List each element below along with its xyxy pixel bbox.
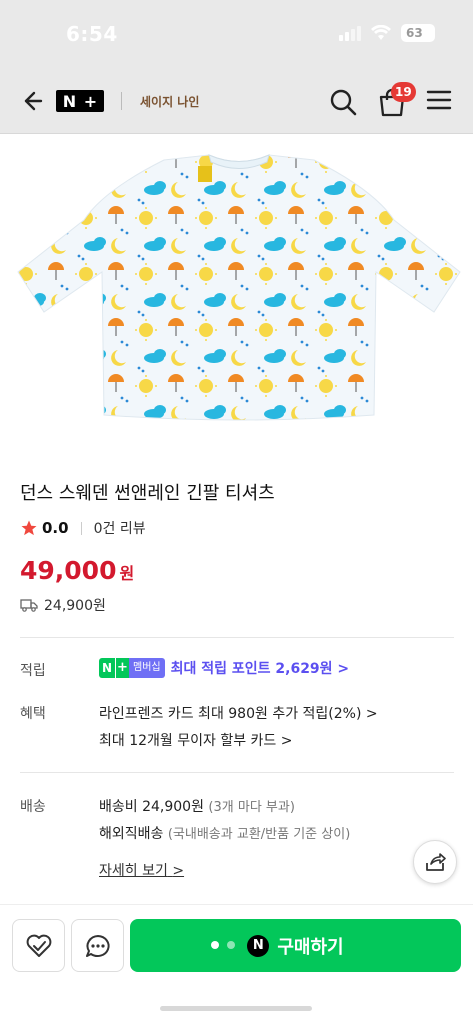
points-row[interactable]: N + 멤버십 최대 적립 포인트 2,629원 > bbox=[99, 658, 349, 678]
price-value: 49,000 bbox=[20, 556, 117, 585]
logo-n: N bbox=[62, 91, 77, 111]
rating-row[interactable]: 0.0 0건 리뷰 bbox=[20, 518, 146, 538]
carousel-dots bbox=[211, 941, 235, 949]
status-time: 6:54 bbox=[66, 22, 118, 46]
top-navigation-bar: N + 세이지 나인 19 bbox=[0, 66, 473, 134]
delivery-label: 배송 bbox=[20, 799, 46, 815]
status-icons: 63 bbox=[339, 24, 435, 42]
rating-separator bbox=[80, 521, 82, 535]
divider bbox=[20, 772, 454, 773]
status-bar: 6:54 63 bbox=[0, 0, 473, 66]
logo-plus: + bbox=[83, 91, 98, 111]
delivery-fee: 배송비 24,900원 bbox=[99, 799, 204, 815]
share-icon bbox=[426, 853, 446, 871]
product-title: 던스 스웨덴 썬앤레인 긴팔 티셔츠 bbox=[20, 483, 275, 504]
cart-count-badge: 19 bbox=[391, 82, 416, 102]
menu-icon[interactable] bbox=[426, 89, 452, 111]
like-button[interactable] bbox=[12, 919, 65, 972]
chat-button[interactable] bbox=[71, 919, 124, 972]
naver-plus-logo[interactable]: N + bbox=[56, 90, 104, 112]
max-points-link[interactable]: 최대 적립 포인트 2,629원 > bbox=[171, 658, 350, 678]
signal-icon bbox=[339, 25, 361, 41]
star-icon bbox=[21, 520, 37, 536]
wifi-icon bbox=[371, 25, 391, 40]
installment-link[interactable]: 최대 12개월 무이자 할부 카드 > bbox=[99, 730, 292, 750]
npay-icon: N bbox=[247, 934, 270, 957]
price-row: 49,000 원 bbox=[20, 556, 134, 585]
home-indicator bbox=[160, 1006, 312, 1011]
shipping-fee: 24,900원 bbox=[44, 598, 106, 614]
store-name[interactable]: 세이지 나인 bbox=[140, 93, 199, 110]
product-image[interactable] bbox=[14, 150, 464, 435]
shipping-fee-row: 24,900원 bbox=[20, 595, 106, 615]
dot bbox=[211, 941, 219, 949]
buy-button[interactable]: N 구매하기 bbox=[130, 919, 461, 972]
benefits-label: 혜택 bbox=[20, 706, 46, 722]
chevron-right-icon: > bbox=[172, 863, 185, 879]
heart-check-icon bbox=[26, 934, 51, 957]
card-benefit-link[interactable]: 라인프렌즈 카드 최대 980원 추가 적립(2%) > bbox=[99, 703, 378, 723]
delivery-fee-note: (3개 마다 부과) bbox=[208, 800, 295, 815]
chat-bubble-icon bbox=[85, 934, 110, 957]
delivery-fee-line: 배송비 24,900원 (3개 마다 부과) bbox=[99, 796, 295, 816]
badge-n: N bbox=[99, 658, 115, 678]
battery-icon: 63 bbox=[401, 24, 435, 42]
see-details-link[interactable]: 자세히 보기 > bbox=[99, 860, 184, 880]
buy-label: 구매하기 bbox=[277, 936, 344, 958]
naver-membership-badge: N + 멤버십 bbox=[99, 658, 165, 678]
overseas-shipping: 해외직배송 bbox=[99, 826, 164, 842]
badge-member: 멤버십 bbox=[129, 658, 165, 678]
truck-icon bbox=[20, 599, 38, 612]
rating-value: 0.0 bbox=[42, 519, 69, 537]
see-details-label: 자세히 보기 bbox=[99, 863, 168, 879]
price-unit: 원 bbox=[119, 564, 135, 583]
back-icon[interactable] bbox=[16, 86, 46, 116]
divider bbox=[20, 637, 454, 638]
header-divider bbox=[121, 92, 122, 110]
badge-plus: + bbox=[115, 658, 129, 678]
share-button[interactable] bbox=[413, 840, 457, 884]
dot bbox=[227, 941, 235, 949]
search-icon[interactable] bbox=[329, 88, 357, 116]
review-count[interactable]: 0건 리뷰 bbox=[94, 518, 146, 538]
points-label: 적립 bbox=[20, 663, 46, 679]
overseas-shipping-line: 해외직배송 (국내배송과 교환/반품 기준 상이) bbox=[99, 823, 350, 843]
overseas-shipping-note: (국내배송과 교환/반품 기준 상이) bbox=[167, 827, 351, 842]
